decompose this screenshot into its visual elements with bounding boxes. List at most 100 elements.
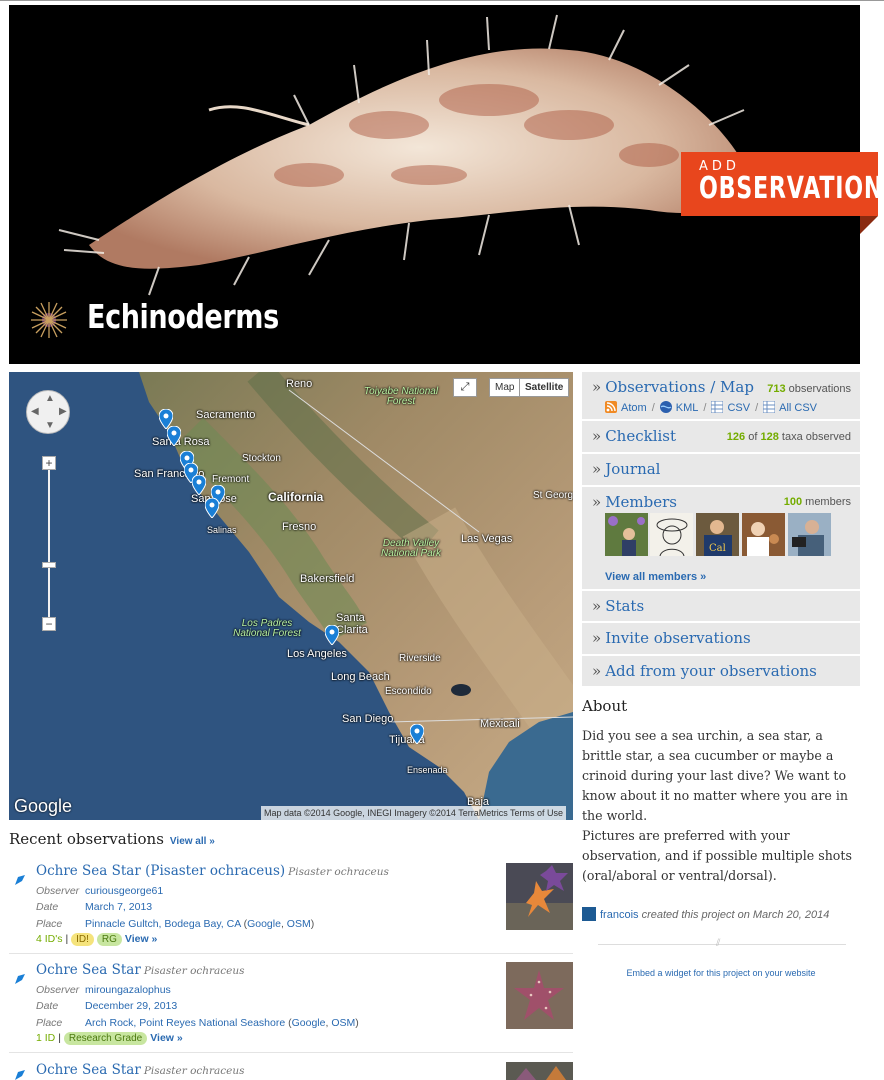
map-pan-control[interactable]: ▲ ▼ ◀ ▶ xyxy=(26,390,70,434)
observation-title-link[interactable]: Ochre Sea Star (Pisaster ochraceus) Pisas… xyxy=(36,863,389,879)
member-avatar[interactable] xyxy=(742,513,785,556)
chevron-icon: » xyxy=(592,427,602,445)
about-heading: About xyxy=(582,697,628,715)
members-count-value: 100 xyxy=(783,496,803,508)
observer-link[interactable]: miroungazalophus xyxy=(85,984,171,996)
google-map-link[interactable]: Google xyxy=(292,1017,326,1029)
pan-left-icon[interactable]: ◀ xyxy=(31,406,39,417)
pan-down-icon[interactable]: ▼ xyxy=(45,420,55,431)
map-label-riverside: Riverside xyxy=(399,653,441,664)
view-observation-link[interactable]: View » xyxy=(150,1032,183,1044)
map-type-satellite-button[interactable]: Satellite xyxy=(519,378,570,397)
observation-pin[interactable] xyxy=(205,498,219,518)
observation-photo[interactable] xyxy=(506,962,573,1029)
fullscreen-icon[interactable]: ⤢ xyxy=(453,378,477,397)
observer-row: Observer miroungazalophus xyxy=(36,984,171,996)
observation-photo[interactable] xyxy=(506,863,573,930)
members-link[interactable]: » Members xyxy=(592,493,677,511)
about-paragraph-2: Pictures are preferred with your observa… xyxy=(582,828,852,883)
add-observations-button[interactable]: ADD OBSERVATIONS xyxy=(681,152,884,216)
view-observation-link[interactable]: View » xyxy=(125,933,158,945)
checklist-link[interactable]: » Checklist xyxy=(592,427,676,445)
starfish-icon xyxy=(15,1070,25,1080)
invite-observations-label: Invite observations xyxy=(605,629,751,647)
member-avatar[interactable] xyxy=(788,513,831,556)
observations-map-link[interactable]: » Observations / Map xyxy=(592,378,754,396)
spreadsheet-icon xyxy=(763,401,776,413)
map-label-fresno: Fresno xyxy=(282,521,317,533)
zoom-out-button[interactable]: − xyxy=(42,617,56,631)
all-csv-link[interactable]: All CSV xyxy=(779,402,817,414)
creator-link[interactable]: francois xyxy=(600,909,639,921)
map-label-stockton: Stockton xyxy=(242,453,281,464)
recent-observations-title: Recent observations xyxy=(9,830,164,848)
map-label-escondido: Escondido xyxy=(385,686,432,697)
embed-widget-link[interactable]: Embed a widget for this project on your … xyxy=(582,968,860,978)
atom-link[interactable]: Atom xyxy=(621,402,647,414)
observation-title-link[interactable]: Ochre Sea Star Pisaster ochraceus xyxy=(36,962,245,978)
research-grade-badge: Research Grade xyxy=(63,1032,148,1045)
id-count: 1 ID xyxy=(36,1032,56,1044)
observations-count-unit: observations xyxy=(788,383,851,395)
pan-right-icon[interactable]: ▶ xyxy=(59,406,67,417)
zoom-in-button[interactable]: + xyxy=(42,456,56,470)
kml-link[interactable]: KML xyxy=(676,402,699,414)
view-all-members-link[interactable]: View all members » xyxy=(605,571,706,583)
observer-label: Observer xyxy=(36,984,80,996)
observation-item: Ochre Sea Star Pisaster ochraceus Observe… xyxy=(9,962,573,1052)
observation-pin[interactable] xyxy=(410,724,424,744)
observation-pin[interactable] xyxy=(192,475,206,495)
map-label-ensenada: Ensenada xyxy=(407,765,448,775)
creator-text: created this project on March 20, 2014 xyxy=(641,909,830,921)
google-logo: Google xyxy=(14,796,73,816)
observation-common-name: Ochre Sea Star (Pisaster ochraceus) xyxy=(36,863,286,879)
observation-scientific-name: Pisaster ochraceus xyxy=(143,1065,245,1077)
member-avatar[interactable] xyxy=(650,513,693,556)
pan-up-icon[interactable]: ▲ xyxy=(45,393,55,404)
member-avatar[interactable]: Cal xyxy=(696,513,739,556)
stats-link[interactable]: » Stats xyxy=(592,597,644,615)
map-type-map-button[interactable]: Map xyxy=(489,378,521,397)
observation-title-link[interactable]: Ochre Sea Star Pisaster ochraceus xyxy=(36,1062,245,1078)
google-map-link[interactable]: Google xyxy=(247,918,281,930)
osm-map-link[interactable]: OSM xyxy=(331,1017,355,1029)
observation-pin[interactable] xyxy=(167,426,181,446)
sidebar-journal-section: » Journal xyxy=(582,454,860,486)
osm-map-link[interactable]: OSM xyxy=(287,918,311,930)
observation-scientific-name: Pisaster ochraceus xyxy=(288,866,389,878)
observation-pin[interactable] xyxy=(325,625,339,645)
observation-photo[interactable] xyxy=(506,1062,573,1080)
observation-common-name: Ochre Sea Star xyxy=(36,1062,141,1078)
date-link[interactable]: December 29, 2013 xyxy=(85,1000,177,1012)
member-avatar[interactable] xyxy=(605,513,648,556)
invite-observations-link[interactable]: » Invite observations xyxy=(592,629,751,647)
ribbon-fold xyxy=(860,216,878,234)
observation-separator xyxy=(9,953,573,954)
zoom-slider-track[interactable] xyxy=(48,464,50,626)
observer-row: Observer curiousgeorge61 xyxy=(36,885,163,897)
date-link[interactable]: March 7, 2013 xyxy=(85,901,152,913)
chevron-icon: » xyxy=(592,460,602,478)
add-from-observations-link[interactable]: » Add from your observations xyxy=(592,662,817,680)
export-links: Atom / KML / CSV / All CSV xyxy=(605,401,817,414)
place-link[interactable]: Pinnacle Gultch, Bodega Bay, CA xyxy=(85,918,241,930)
id-count: 4 ID's xyxy=(36,933,63,945)
map-label-california: California xyxy=(268,490,324,504)
map-attribution[interactable]: Map data ©2014 Google, INEGI Imagery ©20… xyxy=(261,806,567,820)
observations-map[interactable]: Reno Sacramento Santa Rosa Stockton San … xyxy=(9,372,573,820)
observer-link[interactable]: curiousgeorge61 xyxy=(85,885,163,897)
place-label: Place xyxy=(36,918,63,930)
zoom-slider-handle[interactable] xyxy=(42,562,56,568)
place-link[interactable]: Arch Rock, Point Reyes National Seashore xyxy=(85,1017,285,1029)
view-all-observations-link[interactable]: View all » xyxy=(170,836,215,847)
journal-link[interactable]: » Journal xyxy=(592,460,660,478)
checklist-of: of xyxy=(748,431,758,443)
add-observations-big-label: OBSERVATIONS xyxy=(699,171,884,206)
csv-link[interactable]: CSV xyxy=(727,402,750,414)
recent-observations-heading: Recent observations View all » xyxy=(9,830,215,848)
map-label-sacramento: Sacramento xyxy=(196,409,256,421)
chevron-icon: » xyxy=(592,629,602,647)
user-avatar-icon xyxy=(582,907,596,921)
starfish-icon xyxy=(15,974,25,984)
checklist-unit: taxa observed xyxy=(781,431,851,443)
